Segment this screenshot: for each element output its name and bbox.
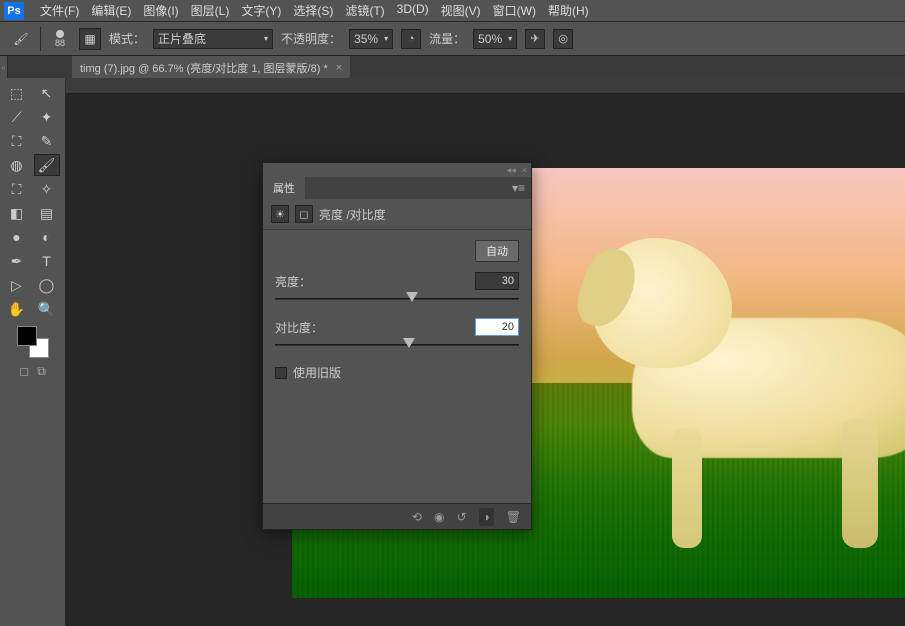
contrast-input[interactable]: [475, 318, 519, 336]
slider-thumb[interactable]: [406, 292, 418, 302]
panel-titlebar[interactable]: ◂◂ ×: [263, 163, 531, 177]
pressure-opacity-icon[interactable]: ◔: [401, 29, 421, 49]
options-bar: 🖌 88 ▦ 模式： 正片叠底 ▾ 不透明度： 35% ▾ ◔ 流量： 50% …: [0, 22, 905, 56]
menu-4[interactable]: 文字(Y): [235, 0, 287, 21]
brush-dot-icon: [56, 30, 64, 38]
brush-tool-icon[interactable]: 🖌: [10, 28, 32, 50]
brightness-input[interactable]: [475, 272, 519, 290]
tool-move[interactable]: ↖: [34, 82, 60, 104]
tool-wand[interactable]: ✦: [34, 106, 60, 128]
brightness-label: 亮度：: [275, 273, 311, 290]
document-tab-title: timg (7).jpg @ 66.7% (亮度/对比度 1, 图层蒙版/8) …: [80, 60, 328, 76]
tool-stamp[interactable]: ⛶: [4, 178, 30, 200]
contrast-slider[interactable]: [275, 340, 519, 350]
tool-hand[interactable]: ✋: [4, 298, 30, 320]
legacy-checkbox[interactable]: [275, 367, 287, 379]
blend-mode-dropdown[interactable]: 正片叠底 ▾: [153, 29, 273, 49]
menu-6[interactable]: 滤镜(T): [339, 0, 390, 21]
menu-5[interactable]: 选择(S): [287, 0, 339, 21]
tool-blur[interactable]: ●: [4, 226, 30, 248]
properties-panel: ◂◂ × 属性 ▾≡ ☀ ◻ 亮度 /对比度 自动 亮度： 对比度：: [262, 162, 532, 530]
slider-thumb[interactable]: [403, 338, 415, 348]
menu-0[interactable]: 文件(F): [34, 0, 85, 21]
tool-brush[interactable]: 🖌: [34, 154, 60, 176]
tool-shape[interactable]: ◯: [34, 274, 60, 296]
contrast-label: 对比度：: [275, 319, 323, 336]
tools-panel: ⬚↖⟋✦⛶✎◍🖌⛶✧◧▤●◐✒T▷◯✋🔍 ◻ ⧉: [0, 78, 66, 626]
menu-8[interactable]: 视图(V): [435, 0, 487, 21]
collapse-icon[interactable]: ◂◂: [507, 165, 516, 176]
blend-mode-value: 正片叠底: [158, 30, 206, 47]
tool-healing[interactable]: ◍: [4, 154, 30, 176]
brightness-slider[interactable]: [275, 294, 519, 304]
brush-size-preset[interactable]: 88: [49, 30, 71, 48]
menu-9[interactable]: 窗口(W): [487, 0, 542, 21]
foreground-swatch[interactable]: [17, 326, 37, 346]
adjustment-name: 亮度 /对比度: [319, 206, 386, 223]
ruler-horizontal: [66, 78, 905, 94]
airbrush-icon[interactable]: ✈: [525, 29, 545, 49]
flow-value: 50%: [478, 32, 502, 46]
tool-pen[interactable]: ✒: [4, 250, 30, 272]
tool-zoom[interactable]: 🔍: [34, 298, 60, 320]
view-previous-icon[interactable]: ◉: [434, 510, 444, 524]
menu-bar: Ps 文件(F)编辑(E)图像(I)图层(L)文字(Y)选择(S)滤镜(T)3D…: [0, 0, 905, 22]
canvas-content-dog: [592, 208, 905, 528]
chevron-down-icon: ▾: [384, 34, 388, 43]
quickmask-icon[interactable]: ◻: [19, 364, 29, 379]
document-tab-bar: timg (7).jpg @ 66.7% (亮度/对比度 1, 图层蒙版/8) …: [8, 56, 905, 78]
screenmode-icon[interactable]: ⧉: [37, 364, 46, 379]
toggle-visibility-icon[interactable]: ◑: [479, 508, 494, 526]
menu-2[interactable]: 图像(I): [137, 0, 184, 21]
close-icon[interactable]: ×: [336, 62, 342, 74]
menu-10[interactable]: 帮助(H): [542, 0, 595, 21]
menu-3[interactable]: 图层(L): [185, 0, 236, 21]
brush-panel-toggle[interactable]: ▦: [79, 28, 101, 50]
chevron-down-icon: ▾: [264, 34, 268, 43]
chevron-down-icon: ▾: [508, 34, 512, 43]
adjustment-header: ☀ ◻ 亮度 /对比度: [263, 199, 531, 230]
pressure-size-icon[interactable]: ◎: [553, 29, 573, 49]
tool-type[interactable]: T: [34, 250, 60, 272]
close-icon[interactable]: ×: [522, 165, 527, 175]
menu-1[interactable]: 编辑(E): [85, 0, 137, 21]
flow-dropdown[interactable]: 50% ▾: [473, 29, 517, 49]
tool-lasso[interactable]: ⟋: [4, 106, 30, 128]
tool-eyedropper[interactable]: ✎: [34, 130, 60, 152]
properties-tab[interactable]: 属性: [263, 176, 305, 200]
menu-7[interactable]: 3D(D): [391, 0, 435, 21]
tool-sponge[interactable]: ◐: [34, 226, 60, 248]
app-logo: Ps: [4, 2, 24, 20]
flow-label: 流量：: [429, 30, 465, 47]
tool-history[interactable]: ✧: [34, 178, 60, 200]
tool-gradient[interactable]: ▤: [34, 202, 60, 224]
clip-icon[interactable]: ⟲: [412, 510, 422, 524]
document-tab[interactable]: timg (7).jpg @ 66.7% (亮度/对比度 1, 图层蒙版/8) …: [72, 56, 350, 78]
tool-path[interactable]: ▷: [4, 274, 30, 296]
collapse-handle[interactable]: «: [0, 56, 8, 78]
color-swatches[interactable]: [17, 326, 49, 358]
panel-menu-icon[interactable]: ▾≡: [506, 181, 531, 195]
auto-button[interactable]: 自动: [475, 240, 519, 262]
reset-icon[interactable]: ↺: [456, 510, 466, 524]
trash-icon[interactable]: 🗑: [506, 510, 521, 524]
opacity-label: 不透明度：: [281, 30, 341, 47]
opacity-dropdown[interactable]: 35% ▾: [349, 29, 393, 49]
opacity-value: 35%: [354, 32, 378, 46]
brightness-contrast-icon: ☀: [271, 205, 289, 223]
panel-footer: ⟲ ◉ ↺ ◑ 🗑: [263, 503, 531, 529]
legacy-label: 使用旧版: [293, 364, 341, 381]
brush-size-value: 88: [55, 38, 65, 48]
mode-label: 模式：: [109, 30, 145, 47]
tool-eraser[interactable]: ◧: [4, 202, 30, 224]
tool-marquee[interactable]: ⬚: [4, 82, 30, 104]
tool-crop[interactable]: ⛶: [4, 130, 30, 152]
mask-icon[interactable]: ◻: [295, 205, 313, 223]
